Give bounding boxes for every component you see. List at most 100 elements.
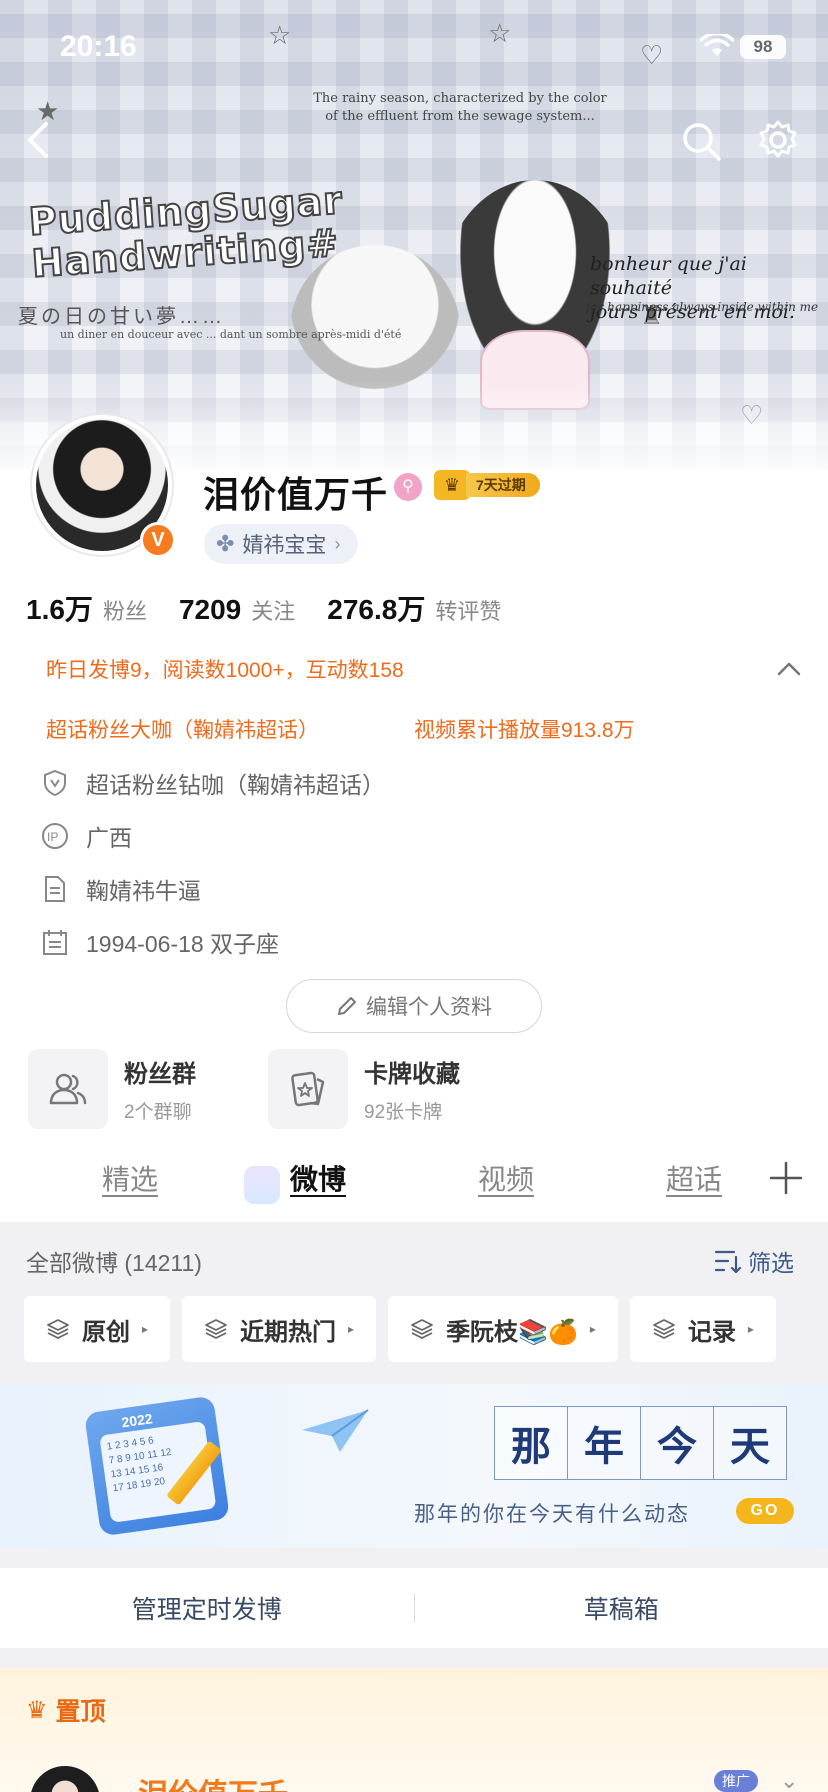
title-char: 今 <box>640 1406 714 1480</box>
info-row-bio: 鞠婧祎牛逼 <box>40 871 201 907</box>
profile-tabs: 精选 微博 视频 超话 <box>0 1140 828 1220</box>
document-icon <box>40 874 70 904</box>
chip-label: 原创 <box>82 1318 130 1346</box>
promo-tag: 推广 <box>714 1770 758 1792</box>
users-icon <box>28 1049 108 1129</box>
svg-text:IP: IP <box>47 830 58 844</box>
chip-original[interactable]: 原创 ▸ <box>24 1296 171 1362</box>
count-label: 粉丝 <box>102 599 147 624</box>
tab-decoration-icon <box>244 1166 280 1204</box>
paper-plane-icon <box>302 1409 369 1452</box>
banner-caption-jp: 夏の日の甘い夢…… <box>18 306 225 328</box>
pinned-post-avatar[interactable] <box>30 1766 100 1792</box>
info-text: 1994-06-18 双子座 <box>86 931 280 957</box>
pinned-post[interactable]: ♛ 置顶 泪价值万千 推广 ⌄ <box>0 1668 828 1792</box>
followers-count[interactable]: 1.6万 粉丝 <box>26 588 147 628</box>
username: 泪价值万千 <box>203 474 389 515</box>
heart-lock-icon: ♡ <box>640 40 664 70</box>
banner-caption-top-line1: The rainy season, characterized by the c… <box>313 91 607 106</box>
count-label: 关注 <box>251 599 296 624</box>
banner-caption-top: The rainy season, characterized by the c… <box>300 90 620 126</box>
star-icon: ☆ <box>488 18 512 48</box>
verified-badge: V <box>140 522 176 558</box>
chip-topic[interactable]: 季阮枝📚🍊 ▸ <box>388 1296 618 1362</box>
layers-icon <box>205 1319 227 1339</box>
layers-icon <box>411 1319 433 1339</box>
caret-right-icon: ▸ <box>589 1322 596 1336</box>
chip-records[interactable]: 记录 ▸ <box>629 1296 776 1362</box>
gear-icon[interactable] <box>756 118 800 162</box>
yesterday-stats[interactable]: 昨日发博9，阅读数1000+，互动数158 <box>46 654 404 684</box>
profile-banner-image[interactable]: ☆ ☆ ★ ♡ ♜ ♡ The rainy season, characteri… <box>0 0 828 470</box>
profile-counts: 1.6万 粉丝 7209 关注 276.8万 转评赞 <box>26 588 533 628</box>
banner-logo-text: PuddingSugar Handwriting# <box>26 177 347 287</box>
on-this-day-title: 那 年 今 天 <box>494 1406 787 1480</box>
card-collection-title: 卡牌收藏 <box>364 1061 460 1088</box>
caret-right-icon: ▸ <box>142 1322 149 1336</box>
tab-supertopic[interactable]: 超话 <box>666 1158 722 1198</box>
info-row-birthday: 1994-06-18 双子座 <box>40 924 279 960</box>
go-button[interactable]: GO <box>736 1498 794 1524</box>
wifi-icon <box>700 34 734 56</box>
title-char: 年 <box>567 1406 641 1480</box>
key-icon[interactable]: ⚲ <box>394 473 422 501</box>
tab-video[interactable]: 视频 <box>478 1158 534 1198</box>
video-plays-badge[interactable]: 视频累计播放量913.8万 <box>414 714 635 744</box>
star-icon: ☆ <box>268 20 292 50</box>
on-this-day-banner[interactable]: 2022 1 2 3 4 5 67 8 9 10 11 12 13 14 15 1… <box>0 1384 828 1548</box>
info-text: 超话粉丝钻咖（鞠婧祎超话） <box>86 772 385 798</box>
search-icon[interactable] <box>680 120 722 162</box>
profile-page: ☆ ☆ ★ ♡ ♜ ♡ The rainy season, characteri… <box>0 0 828 1792</box>
info-row-ip-location: IP 广西 <box>40 818 132 854</box>
banner-caption-right-line1: bonheur que j'ai souhaité <box>590 253 747 299</box>
card-star-icon <box>268 1049 348 1129</box>
edit-profile-button[interactable]: 编辑个人资料 <box>286 979 542 1033</box>
supertopic-tag[interactable]: ✤ 婧祎宝宝 › <box>204 524 359 564</box>
filter-button[interactable]: 筛选 <box>714 1244 794 1278</box>
scheduled-posts-button[interactable]: 管理定时发博 <box>0 1590 414 1626</box>
pinned-label-text: 置顶 <box>55 1698 106 1726</box>
tab-weibo[interactable]: 微博 <box>290 1158 346 1198</box>
count-number: 276.8万 <box>327 594 426 625</box>
supertopic-tag-label: 婧祎宝宝 <box>242 534 327 557</box>
chevron-up-icon[interactable] <box>776 656 802 682</box>
layers-icon <box>47 1319 69 1339</box>
info-row-supertopic: 超话粉丝钻咖（鞠婧祎超话） <box>40 765 385 801</box>
chip-recent-hot[interactable]: 近期热门 ▸ <box>182 1296 377 1362</box>
status-time: 20:16 <box>60 30 137 63</box>
chip-label: 季阮枝📚🍊 <box>446 1318 578 1346</box>
title-char: 那 <box>494 1406 568 1480</box>
pinned-label: ♛ 置顶 <box>26 1692 106 1728</box>
chevron-down-icon[interactable]: ⌄ <box>780 1768 798 1792</box>
manage-row: 管理定时发博 草稿箱 <box>0 1568 828 1648</box>
vip-badge[interactable]: ♛ 7天过期 <box>434 470 540 500</box>
tab-featured[interactable]: 精选 <box>102 1158 158 1198</box>
calendar-year: 2022 <box>120 1410 154 1431</box>
banner-caption-fr: un diner en douceur avec ... dant un som… <box>60 328 402 341</box>
following-count[interactable]: 7209 关注 <box>179 594 295 626</box>
category-chips: 原创 ▸ 近期热门 ▸ 季阮枝📚🍊 ▸ 记录 ▸ <box>24 1296 776 1362</box>
pinned-post-username[interactable]: 泪价值万千 <box>138 1770 288 1792</box>
pencil-icon <box>338 997 356 1015</box>
fan-group-title: 粉丝群 <box>124 1061 196 1088</box>
card-collection-card[interactable]: 卡牌收藏 92张卡牌 <box>268 1048 460 1130</box>
drafts-button[interactable]: 草稿箱 <box>415 1590 828 1626</box>
count-label: 转评赞 <box>435 599 502 624</box>
plus-icon[interactable] <box>768 1160 804 1196</box>
banner-caption-right-small: for happiness always inside within me <box>586 300 819 314</box>
on-this-day-subtitle: 那年的你在今天有什么动态 <box>414 1503 690 1526</box>
ip-location-icon: IP <box>40 821 70 851</box>
info-text: 鞠婧祎牛逼 <box>86 878 201 904</box>
supertopic-fan-badge[interactable]: 超话粉丝大咖（鞠婧祎超话） <box>46 714 319 744</box>
shield-v-icon <box>40 768 70 798</box>
interactions-count[interactable]: 276.8万 转评赞 <box>327 588 501 628</box>
info-text: 广西 <box>86 825 132 851</box>
count-number: 7209 <box>178 594 242 625</box>
layers-icon <box>652 1319 675 1339</box>
filter-label: 筛选 <box>748 1250 794 1276</box>
count-number: 1.6万 <box>26 594 93 625</box>
filter-icon <box>714 1250 742 1274</box>
back-arrow-icon[interactable] <box>22 118 56 162</box>
fan-group-card[interactable]: 粉丝群 2个群聊 <box>28 1048 196 1130</box>
banner-caption-top-line2: of the effluent from the sewage system..… <box>325 109 595 124</box>
